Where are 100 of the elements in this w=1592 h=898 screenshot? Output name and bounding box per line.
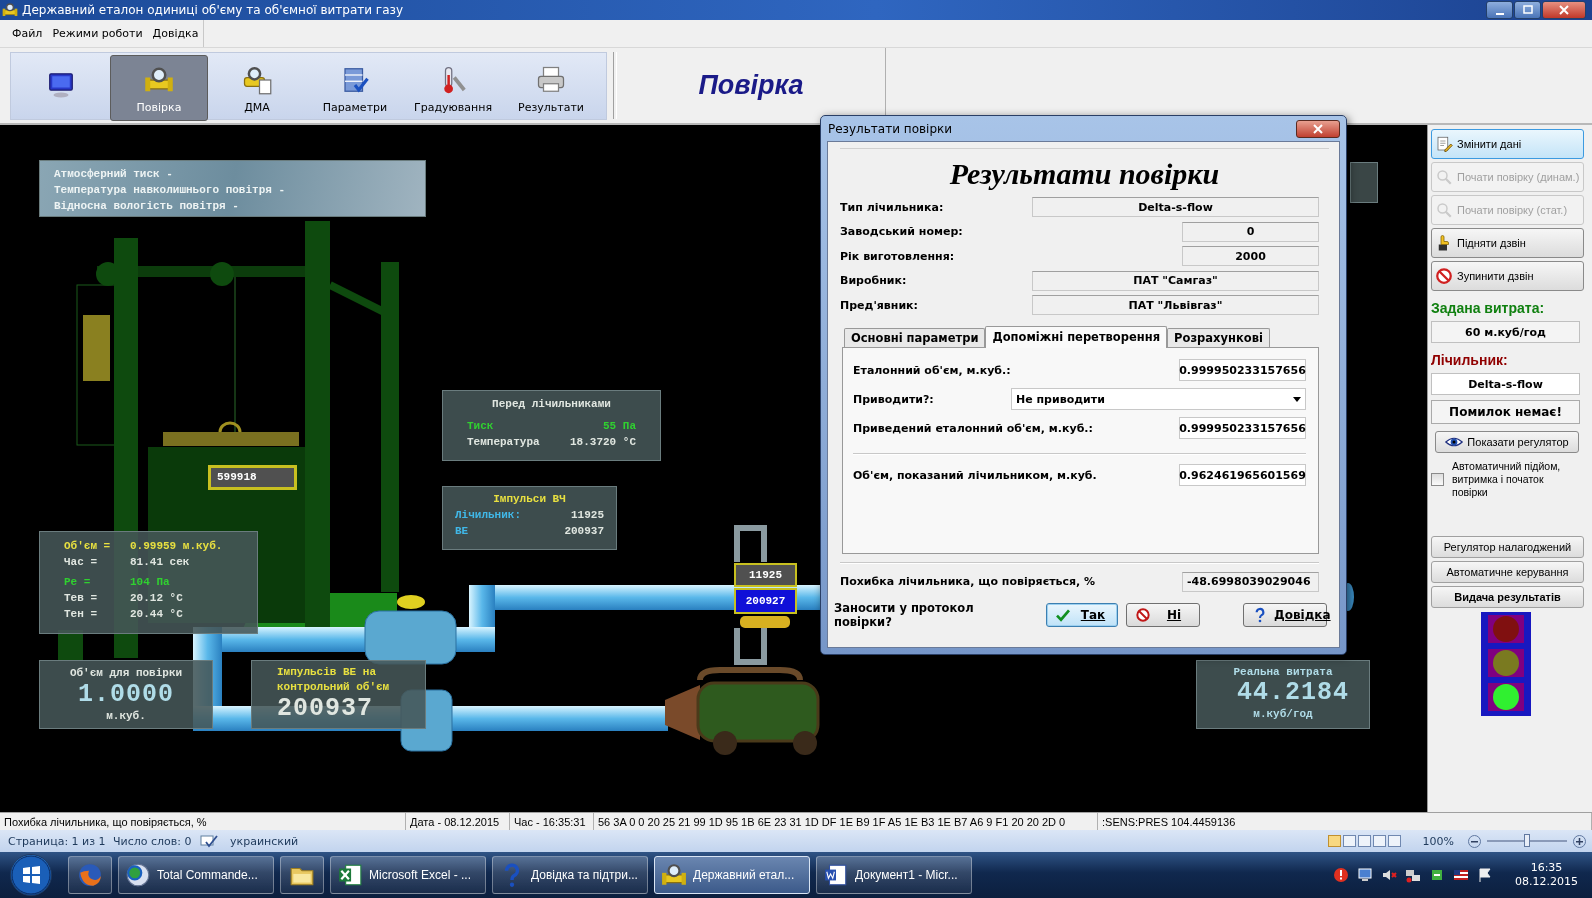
menu-item[interactable]: Файл [10,25,45,42]
minimize-button[interactable] [1486,1,1513,19]
field-label: Заводський номер: [840,225,964,239]
clock-date: 08.12.2015 [1515,875,1578,889]
tab[interactable]: Основні параметри [844,327,986,347]
reading-value: 104 Па [130,575,170,590]
panel-title: Реальна витрата [1232,665,1334,679]
taskbar-button[interactable] [280,856,324,894]
minimize-icon [1495,13,1504,15]
device-icon[interactable] [1429,867,1445,883]
window-title: Державний еталон одиниці об'єму та об'ємної витрати газу [22,3,404,17]
checkbox[interactable] [1431,473,1444,486]
zoom-level: 100% [1422,834,1454,848]
volume-reading: 1.0000 [77,681,175,709]
taskbar-button[interactable]: Державний етал... [654,856,810,894]
readonly-field: ПАТ "Львівгаз" [1032,295,1319,316]
toolbar-button[interactable]: ДМА [208,55,306,121]
action-button[interactable]: Зупинити дзвін [1431,261,1584,291]
toolbar-button[interactable]: Повірка [110,55,208,121]
status-message: Помилок немає! [1431,400,1580,424]
action-button[interactable]: Видача результатів [1431,586,1584,608]
dialog-title: Результати повірки [828,121,954,136]
flow-setpoint: 60 м.куб/год [1431,321,1580,343]
field-label: Виробник: [840,274,908,288]
panel-label: Атмосферний тиск - [54,167,174,182]
action-button[interactable]: Регулятор налагоджений [1431,536,1584,558]
dropdown[interactable]: Не приводити [1011,388,1306,410]
field-label: Приведений еталонний об'єм, м.куб.: [853,421,1094,435]
field-label: Пред'явник: [840,298,919,312]
reading-label: Час = [64,555,98,570]
tab[interactable]: Допоміжні перетворення [985,325,1168,348]
panel-title: Імпульси ВЧ [492,492,567,507]
toolbar-button[interactable]: Градуювання [404,55,502,121]
show-regulator-button[interactable]: Показати регулятор [1435,431,1579,453]
reading-value: 20.44 °C [130,607,183,622]
flag-icon[interactable] [1453,867,1469,883]
toolbar-button[interactable]: Результати [502,55,600,121]
panel-label: Відносна вологість повітря - [54,199,240,214]
reading-label: Ре = [64,575,92,590]
field-label: Рік виготовлення: [840,249,956,263]
panel-title: Перед лічильниками [491,397,612,412]
monitor-icon[interactable] [1357,867,1373,883]
field-label: Похибка лічильника, що повіряється, % [840,575,1097,588]
reading-label: Тиск [467,419,494,434]
toolbar-button[interactable]: Параметри [306,55,404,121]
dialog-button[interactable]: Так [1046,602,1118,627]
meter-type: Delta-s-flow [1431,373,1580,395]
field-label: Приводити?: [853,392,935,406]
taskbar-button[interactable]: Документ1 - Micr... [816,856,972,894]
speaker-muted-icon[interactable] [1381,867,1397,883]
reading-label: Тен = [64,607,98,622]
taskbar-button[interactable]: Microsoft Excel - ... [330,856,486,894]
reading-label: Тев = [64,591,98,606]
view-mode-button[interactable] [1387,835,1401,847]
value-field[interactable]: 0.999950233157656 [1179,417,1306,439]
view-mode-button[interactable] [1357,835,1371,847]
alert-icon[interactable] [1333,867,1349,883]
spell-check-icon [200,834,218,848]
value-field[interactable]: 0.999950233157656 [1179,359,1306,381]
start-button[interactable] [10,854,52,896]
counter-display: 200927 [734,588,797,614]
panel-title: Імпульсів ВЕ на контрольний об'єм [277,665,391,695]
action-button[interactable]: Підняти дзвін [1431,228,1584,258]
pulse-reading: 200937 [277,695,374,723]
readonly-field: 0 [1182,221,1319,242]
view-mode-button[interactable] [1372,835,1386,847]
action-flag-icon[interactable] [1477,867,1493,883]
action-button[interactable]: Змінити дані [1431,129,1584,159]
spreadsheet-icon [337,862,363,888]
dialog-button[interactable]: Ні [1126,602,1200,627]
reading-label: Лічильник: [455,508,521,523]
maximize-button[interactable] [1514,1,1541,19]
tab[interactable]: Розрахункові [1167,327,1270,347]
close-button[interactable] [1296,119,1340,138]
menu-item[interactable]: Довідка [150,25,201,42]
reading-label: Температура [467,435,540,450]
edit-document-icon [1435,135,1453,153]
menu-item[interactable]: Режими роботи [50,25,145,42]
reading-value: 200937 [564,524,604,539]
network-icon[interactable] [1405,867,1421,883]
reading-value: 20.12 °C [130,591,183,606]
close-icon [1312,123,1324,134]
unit-label: м.куб. [105,709,147,723]
value-field[interactable]: 0.962461965601569 [1179,464,1306,486]
caret-icon [1293,396,1301,402]
monitor-icon [46,70,76,100]
close-button[interactable] [1542,1,1586,19]
readonly-field: Delta-s-flow [1032,197,1319,218]
panel-background [1350,162,1378,203]
taskbar-button[interactable]: Довідка та підтри... [492,856,648,894]
taskbar-button[interactable]: Total Commande... [118,856,274,894]
view-mode-button[interactable] [1342,835,1356,847]
pipe-document-icon [242,65,272,95]
reading-value: 81.41 сек [130,555,190,570]
zoom-slider-thumb[interactable] [1524,834,1530,847]
action-button[interactable]: Автоматичне керування [1431,561,1584,583]
mode-title: Повірка [698,70,804,101]
question-text: Заносити у протокол повірки? [834,600,975,629]
reading-label: ВЕ [455,524,469,539]
magnifier-icon [1435,168,1453,186]
